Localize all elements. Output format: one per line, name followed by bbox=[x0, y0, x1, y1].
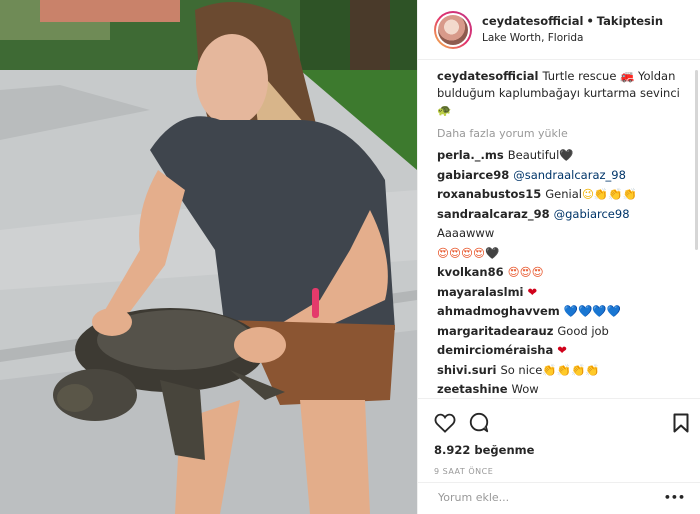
comment-username[interactable]: shivi.suri bbox=[437, 363, 496, 377]
more-options-icon[interactable]: ••• bbox=[664, 491, 685, 514]
follow-status[interactable]: Takiptesin bbox=[597, 14, 663, 28]
comment-username[interactable]: margaritadearauz bbox=[437, 324, 553, 338]
comment-username[interactable]: sandraalcaraz_98 bbox=[437, 207, 550, 221]
comment-username[interactable]: demircioméraisha bbox=[437, 343, 553, 357]
location-link[interactable]: Lake Worth, Florida bbox=[482, 30, 663, 47]
comment-mention[interactable]: @gabiarce98 bbox=[554, 207, 630, 221]
comment-emoji: 😉👏👏👏 bbox=[581, 187, 637, 201]
comment-text: Good job bbox=[557, 323, 609, 338]
comment-text: Beautiful bbox=[507, 148, 560, 162]
comment-emoji: 👏👏👏👏 bbox=[542, 362, 600, 377]
comment-emoji: 💙💙💙💙 bbox=[563, 304, 622, 318]
post-actions: 8.922 beğenme 9 SAAT ÖNCE bbox=[418, 398, 700, 476]
comment-text: Wow bbox=[511, 382, 539, 394]
comment-username[interactable]: gabiarce98 bbox=[437, 168, 509, 182]
comment-row: 😍😍😍😍🖤 bbox=[437, 244, 687, 264]
comment-row: mayaralaslmi ❤ bbox=[437, 283, 687, 303]
comment-username[interactable]: ahmadmoghavvem bbox=[437, 304, 560, 318]
comment-username[interactable]: mayaralaslmi bbox=[437, 285, 524, 299]
comment-username[interactable]: kvolkan86 bbox=[437, 265, 504, 279]
comment-row: margaritadearauz Good job bbox=[437, 322, 687, 342]
comment-username[interactable]: roxanabustos15 bbox=[437, 187, 541, 201]
post-sidebar: ceydatesofficial • Takiptesin Lake Worth, … bbox=[417, 0, 700, 514]
comment-row: gabiarce98 @sandraalcaraz_98 bbox=[437, 166, 687, 186]
add-comment-bar: Yorum ekle... ••• bbox=[418, 482, 700, 514]
load-more-comments[interactable]: Daha fazla yorum yükle bbox=[437, 127, 687, 140]
comment-row: zeetashine Wow bbox=[437, 380, 687, 394]
comment-row: perla._.ms Beautiful🖤 bbox=[437, 146, 687, 166]
comment-row: shivi.suri So nice👏👏👏👏 bbox=[437, 361, 687, 381]
comment-text: So nice bbox=[500, 362, 543, 377]
comment-mention[interactable]: @sandraalcaraz_98 bbox=[513, 168, 626, 182]
comments-scrollbar[interactable] bbox=[695, 70, 698, 250]
post-timestamp: 9 SAAT ÖNCE bbox=[434, 467, 494, 476]
turtle-rescue-photo bbox=[0, 0, 417, 514]
post-caption: ceydatesofficial Turtle rescue 🚒 Yoldan b… bbox=[437, 68, 687, 119]
comment-username[interactable]: zeetashine bbox=[437, 382, 508, 394]
comment-row: demircioméraisha ❤ bbox=[437, 341, 687, 361]
comment-username[interactable]: perla._.ms bbox=[437, 148, 504, 162]
comment-emoji: 🖤 bbox=[559, 148, 574, 162]
comment-row: sandraalcaraz_98 @gabiarce98 Aaaawww bbox=[437, 205, 687, 244]
comment-emoji: ❤ bbox=[527, 284, 538, 299]
heart-icon[interactable] bbox=[434, 413, 456, 433]
comment-text: Aaaawww bbox=[437, 226, 495, 240]
avatar[interactable] bbox=[434, 10, 472, 49]
comment-icon[interactable] bbox=[468, 412, 490, 434]
bookmark-icon[interactable] bbox=[673, 413, 689, 433]
post-header: ceydatesofficial • Takiptesin Lake Worth, … bbox=[418, 0, 700, 60]
comment-emoji: 😍😍😍 bbox=[507, 265, 544, 279]
likes-count[interactable]: 8.922 beğenme bbox=[434, 443, 689, 457]
comment-row: kvolkan86 😍😍😍 bbox=[437, 263, 687, 283]
comment-emoji: 😍😍😍😍🖤 bbox=[437, 245, 500, 260]
comment-row: ahmadmoghavvem 💙💙💙💙 bbox=[437, 302, 687, 322]
header-username[interactable]: ceydatesofficial bbox=[482, 14, 583, 28]
comment-emoji: ❤ bbox=[557, 343, 567, 357]
comment-row: roxanabustos15 Genial😉👏👏👏 bbox=[437, 185, 687, 205]
caption-username[interactable]: ceydatesofficial bbox=[437, 69, 538, 83]
comments-list: ceydatesofficial Turtle rescue 🚒 Yoldan b… bbox=[418, 68, 700, 394]
post-photo bbox=[0, 0, 417, 514]
comment-text: Genial bbox=[545, 187, 582, 201]
comment-input[interactable]: Yorum ekle... bbox=[438, 491, 509, 514]
